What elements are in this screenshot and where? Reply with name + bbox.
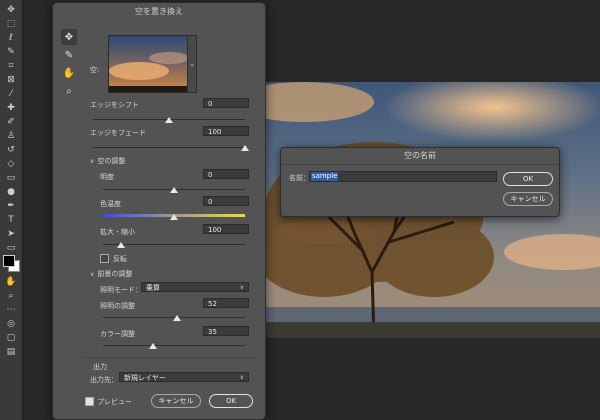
history-brush-icon[interactable]: ↺ (4, 144, 18, 156)
pen-icon[interactable]: ✒ (4, 200, 18, 212)
sky-label: 空: (90, 66, 100, 74)
eraser-icon[interactable]: ◇ (4, 158, 18, 170)
lasso-icon[interactable]: ℓ (4, 32, 18, 44)
marquee-icon[interactable]: ⬚ (4, 18, 18, 30)
scale-field[interactable]: 100 (203, 224, 249, 234)
color-adjust-label: カラー調整 (100, 330, 135, 338)
preview-checkbox[interactable] (85, 397, 94, 406)
slider-thumb[interactable] (241, 145, 249, 151)
flip-label: 反転 (113, 255, 127, 263)
name-dialog-title: 空の名前 (281, 148, 559, 165)
fade-edge-field[interactable]: 100 (203, 126, 249, 136)
temperature-field[interactable]: 0 (203, 196, 249, 206)
healing-icon[interactable]: ✚ (4, 102, 18, 114)
dialog-tools: ✥ ✎ ✋ ⌕ (61, 29, 79, 101)
fade-edge-slider[interactable] (93, 147, 245, 148)
slider-thumb[interactable] (172, 315, 181, 321)
output-to-select[interactable]: 新規レイヤー ∨ (119, 372, 249, 382)
hand-icon[interactable]: ✋ (61, 65, 77, 81)
cancel-button[interactable]: キャンセル (151, 394, 201, 408)
slider-thumb[interactable] (117, 242, 126, 248)
name-label: 名前： (289, 174, 310, 182)
hand-icon[interactable]: ✋ (4, 276, 18, 288)
sky-replacement-dialog: 空を置き換え ✥ ✎ ✋ ⌕ 空: ⌄ エッジをシフト 0 エッジをフェード 1… (52, 2, 266, 420)
chevron-down-icon: ∨ (90, 271, 95, 278)
frame-icon[interactable]: ⊠ (4, 74, 18, 86)
eyedropper-icon[interactable]: ⁄ (4, 88, 18, 100)
path-select-icon[interactable]: ➤ (4, 228, 18, 240)
divider (83, 357, 255, 358)
shift-edge-label: エッジをシフト (90, 101, 139, 109)
sky-thumbnail[interactable] (108, 35, 188, 93)
rectangle-icon[interactable]: ▭ (4, 242, 18, 254)
brightness-field[interactable]: 0 (203, 169, 249, 179)
sky-dropdown-button[interactable]: ⌄ (187, 35, 197, 93)
crop-icon[interactable]: ⌗ (4, 60, 18, 72)
lighting-mode-value: 乗算 (146, 284, 160, 292)
move-sky-icon[interactable]: ✥ (61, 29, 77, 45)
sky-name-value: sample (311, 172, 339, 181)
gradient-icon[interactable]: ▭ (4, 172, 18, 184)
color-adjust-field[interactable]: 35 (203, 326, 249, 336)
foreground-color-swatch[interactable] (3, 255, 15, 267)
blur-icon[interactable]: ● (4, 186, 18, 198)
name-ok-button[interactable]: OK (503, 172, 553, 186)
preview-label: プレビュー (97, 398, 132, 406)
flip-checkbox[interactable] (100, 254, 109, 263)
brush-icon[interactable]: ✐ (4, 116, 18, 128)
slider-thumb[interactable] (148, 343, 157, 349)
sky-brush-icon[interactable]: ✎ (61, 47, 77, 63)
slider-thumb[interactable] (170, 214, 178, 220)
name-cancel-button[interactable]: キャンセル (503, 192, 553, 206)
slider-thumb[interactable] (165, 117, 173, 123)
screen-mode-icon[interactable]: ▢ (4, 332, 18, 344)
fg-adjust-header[interactable]: ∨ 前景の調整 (90, 269, 132, 279)
slider-thumb[interactable] (170, 187, 178, 193)
ok-button[interactable]: OK (209, 394, 253, 408)
sky-name-dialog: 空の名前 名前： sample OK キャンセル (280, 147, 560, 217)
output-to-label: 出力先： (90, 376, 118, 384)
shift-edge-field[interactable]: 0 (203, 98, 249, 108)
tools-panel: ✥ ⬚ ℓ ✎ ⌗ ⊠ ⁄ ✚ ✐ ♙ ↺ ◇ ▭ ● ✒ T ➤ ▭ ✋ ⌕ … (0, 0, 23, 420)
lighting-mode-select[interactable]: 乗算 ∨ (141, 282, 249, 292)
zoom-icon[interactable]: ⌕ (61, 83, 77, 99)
type-icon[interactable]: T (4, 214, 18, 226)
chevron-down-icon: ∨ (90, 158, 95, 165)
scale-label: 拡大・縮小 (100, 228, 135, 236)
dialog-title: 空を置き換え (135, 7, 183, 16)
move-icon[interactable]: ✥ (4, 4, 18, 16)
more-icon[interactable]: ⋯ (4, 304, 18, 316)
zoom-icon[interactable]: ⌕ (4, 290, 18, 302)
lighting-adjust-label: 照明の調整 (100, 302, 135, 310)
artboard-icon[interactable]: ▤ (4, 346, 18, 358)
sky-adjust-header[interactable]: ∨ 空の調整 (90, 156, 125, 166)
fade-edge-label: エッジをフェード (90, 129, 146, 137)
sky-adjust-title: 空の調整 (97, 157, 126, 165)
stamp-icon[interactable]: ♙ (4, 130, 18, 142)
fg-adjust-title: 前景の調整 (97, 270, 133, 278)
lighting-adjust-field[interactable]: 52 (203, 298, 249, 308)
quick-select-icon[interactable]: ✎ (4, 46, 18, 58)
sky-name-input[interactable]: sample (309, 171, 497, 182)
chevron-down-icon: ∨ (239, 374, 244, 381)
lighting-mode-label: 照明モード： (100, 286, 142, 294)
temperature-label: 色温度 (100, 200, 121, 208)
output-header: 出力 (93, 363, 107, 371)
quick-mask-icon[interactable]: ◎ (4, 318, 18, 330)
color-adjust-slider[interactable] (103, 345, 245, 346)
chevron-down-icon: ∨ (239, 284, 244, 291)
brightness-label: 明度 (100, 173, 114, 181)
output-to-value: 新規レイヤー (124, 374, 166, 382)
